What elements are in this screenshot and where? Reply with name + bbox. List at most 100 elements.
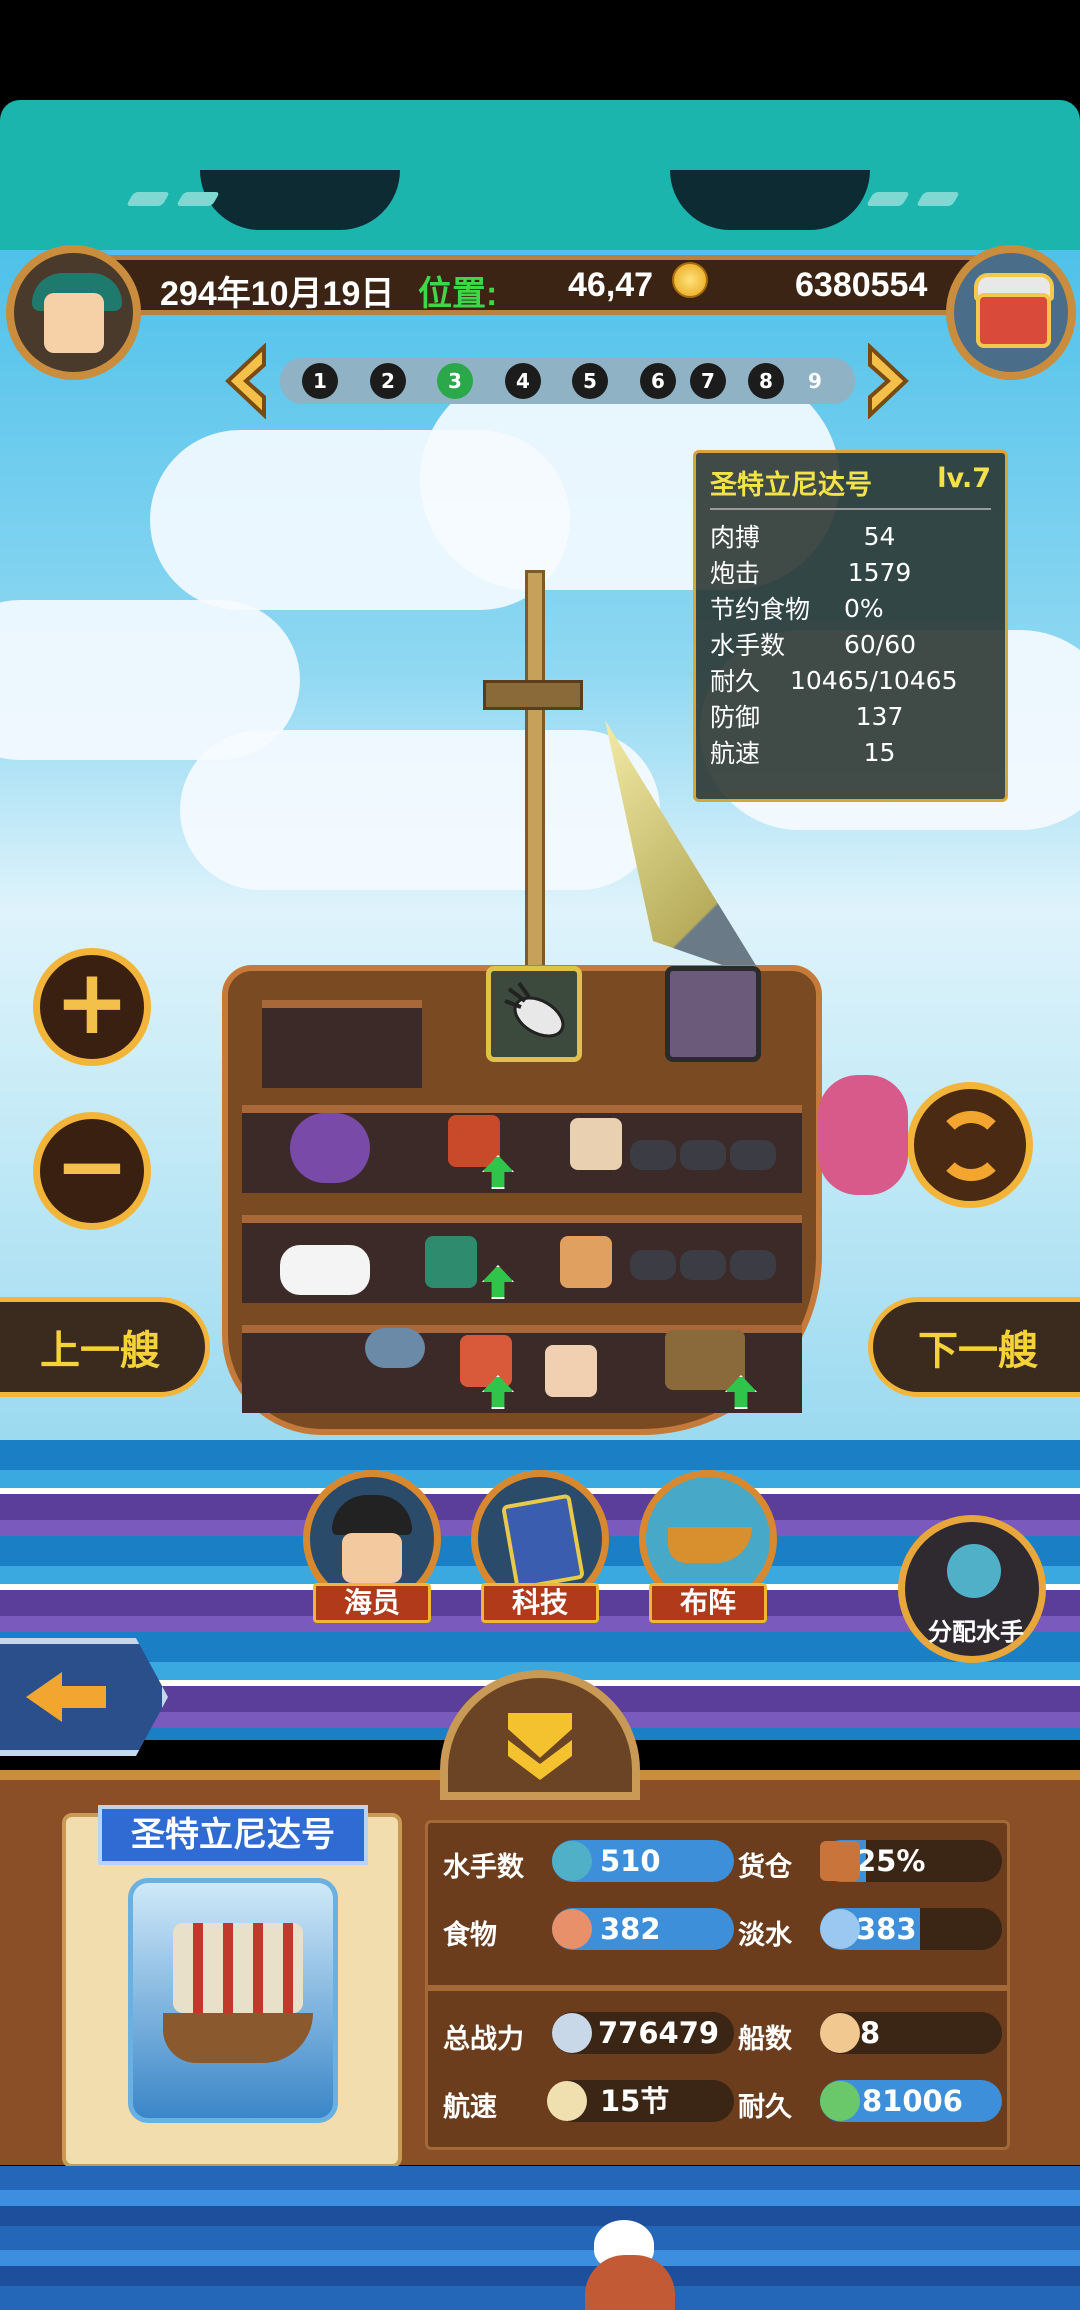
ship-stats-name: 圣特立尼达号 [710,470,872,501]
rotate-icon [936,1111,1006,1181]
page-6-button[interactable]: 6 [640,363,676,399]
cannon-icon [630,1250,676,1280]
gold-coin-icon [672,262,708,298]
cannon-icon [680,1250,726,1280]
cannon-icon [730,1140,776,1170]
stat-key: 节约食物 [710,595,811,624]
food-label: 食物 [443,1920,497,1951]
stat-key: 炮击 [710,559,761,588]
position-value: 46,47 [568,266,654,304]
player-avatar[interactable] [6,245,141,380]
ship-sails-image [173,1923,303,2013]
stat-key: 耐久 [710,667,761,696]
stat-value: 60/60 [844,629,917,659]
eye-left-decoration [200,170,400,230]
sailor-crew-icon[interactable] [425,1236,477,1288]
flagship-image[interactable] [128,1878,338,2123]
gunner-crew-icon[interactable] [560,1236,612,1288]
food-value: 382 [600,1912,661,1946]
pirate-face-icon [342,1533,402,1583]
back-arrow-icon [26,1672,106,1722]
durability-value: 81006 [862,2084,963,2118]
page-7-button[interactable]: 7 [690,363,726,399]
sailor-icon [552,1841,592,1881]
stat-value: 10465/10465 [790,665,958,695]
fighter-crew-icon[interactable] [460,1335,512,1387]
stat-value: 0% [844,593,884,623]
barrels-icon [665,1330,745,1390]
water-jug-icon [820,1909,860,1949]
equipment-slot-empty[interactable] [665,966,761,1062]
page-8-button[interactable]: 8 [748,363,784,399]
flagship-name: 圣特立尼达号 [98,1805,368,1865]
sheep-icon [280,1245,370,1295]
back-button[interactable] [0,1638,168,1756]
speed-label: 航速 [443,2092,497,2123]
page-2-button[interactable]: 2 [370,363,406,399]
cargo-value: 25% [856,1844,926,1878]
stat-row-melee: 肉搏 54 [710,518,991,554]
stat-row-sailors: 水手数 60/60 [710,626,991,662]
crew-button-label[interactable]: 海员 [313,1583,431,1623]
ship-crows-nest [483,680,583,710]
assign-sailors-label[interactable]: 分配水手 [906,1612,1046,1647]
page-9-button[interactable]: 9 [797,363,833,399]
cannon-icon [730,1250,776,1280]
tech-button-label[interactable]: 科技 [481,1583,599,1623]
meat-icon [552,1909,592,1949]
stripe-decoration [865,192,911,206]
ship-stats-level: lv.7 [937,463,991,494]
captain-cabin[interactable] [262,1000,422,1088]
ship-stats-title: 圣特立尼达号 lv.7 [710,463,991,510]
page-3-button[interactable]: 3 [437,363,473,399]
shark-crew-icon[interactable] [365,1328,425,1368]
rotate-button[interactable] [907,1082,1033,1208]
zoom-out-button[interactable]: − [33,1112,151,1230]
stats-divider [425,1985,1010,1991]
sailboat-icon [547,2081,587,2121]
pirate-crew-icon[interactable] [448,1115,500,1167]
page-next-arrow[interactable] [862,342,912,420]
power-icon [552,2013,592,2053]
next-ship-button[interactable]: 下一艘 [868,1297,1080,1397]
equipment-slot-cannon[interactable] [486,966,582,1062]
stat-key: 肉搏 [710,523,761,552]
ship-icon [820,2013,860,2053]
combat-power-value: 776479 [598,2016,720,2050]
page-prev-arrow[interactable] [222,342,272,420]
stat-row-speed: 航速 15 [710,734,991,770]
stat-row-defense: 防御 137 [710,698,991,734]
ship-count-value: 8 [860,2016,881,2050]
stat-value: 137 [855,701,904,731]
formation-button-label[interactable]: 布阵 [649,1583,767,1623]
ship-mast [525,570,545,990]
stat-key: 水手数 [710,631,786,660]
cannon-icon [680,1140,726,1170]
prev-ship-button[interactable]: 上一艘 [0,1297,210,1397]
stat-key: 航速 [710,739,761,768]
page-4-button[interactable]: 4 [505,363,541,399]
stat-value: 15 [863,737,896,767]
octopus-crew-icon[interactable] [290,1113,370,1183]
stat-row-durability: 耐久 10465/10465 [710,662,991,698]
page-5-button[interactable]: 5 [572,363,608,399]
system-status-bar [0,0,1080,100]
girl-crew-icon[interactable] [545,1345,597,1397]
stripe-decoration [125,192,171,206]
page-1-button[interactable]: 1 [302,363,338,399]
mermaid-figurehead [818,1075,908,1195]
position-label: 位置: [418,275,498,313]
sailors-label: 水手数 [443,1852,524,1883]
bomb-icon [504,981,565,1038]
ship-hull-image [163,2013,313,2063]
stat-row-food-saving: 节约食物 0% [710,590,991,626]
stat-row-cannon: 炮击 1579 [710,554,991,590]
repair-icon [820,2081,860,2121]
treasure-chest-button[interactable] [946,245,1076,380]
boat-icon [668,1527,752,1563]
sailors-value: 510 [600,1844,661,1878]
zoom-in-button[interactable]: + [33,948,151,1066]
cook-crew-icon[interactable] [570,1118,622,1170]
chest-icon [976,293,1051,348]
stat-value: 54 [863,521,896,551]
